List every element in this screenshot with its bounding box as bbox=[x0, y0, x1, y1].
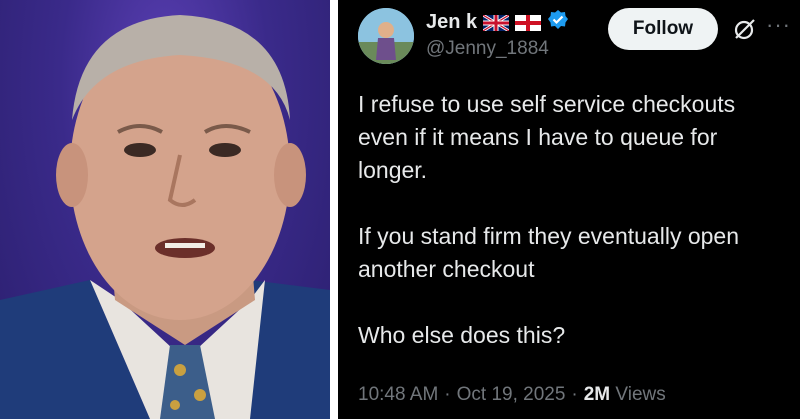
meta-separator: · bbox=[444, 384, 451, 405]
views-count: 2M bbox=[583, 384, 611, 405]
handle[interactable]: @Jenny_1884 bbox=[426, 38, 549, 60]
author-row: Jen k bbox=[426, 9, 569, 36]
display-name[interactable]: Jen k bbox=[426, 11, 477, 34]
man-portrait-image bbox=[0, 15, 330, 419]
tweet-time[interactable]: 10:48 AM bbox=[358, 384, 438, 406]
grok-icon[interactable] bbox=[732, 16, 758, 42]
avatar[interactable] bbox=[358, 8, 414, 64]
panel-divider bbox=[330, 0, 338, 419]
england-flag-icon bbox=[515, 14, 542, 31]
more-options-icon[interactable]: ··· bbox=[766, 12, 791, 38]
follow-button[interactable]: Follow bbox=[608, 8, 718, 50]
tweet-date[interactable]: Oct 19, 2025 bbox=[457, 384, 566, 406]
views-label: Views bbox=[615, 384, 666, 405]
tweet-text: I refuse to use self service checkouts e… bbox=[358, 91, 739, 348]
uk-flag-icon bbox=[482, 13, 510, 32]
meta-separator: · bbox=[571, 384, 578, 405]
verified-badge-icon bbox=[547, 9, 569, 36]
views: 2M Views bbox=[584, 384, 666, 406]
photo-panel bbox=[0, 0, 330, 419]
tweet-meta: 10:48 AM · Oct 19, 2025 · 2M Views bbox=[358, 384, 666, 406]
tweet-card: Jen k @Jenny_1884 Follow ··· I refuse to… bbox=[338, 0, 800, 419]
